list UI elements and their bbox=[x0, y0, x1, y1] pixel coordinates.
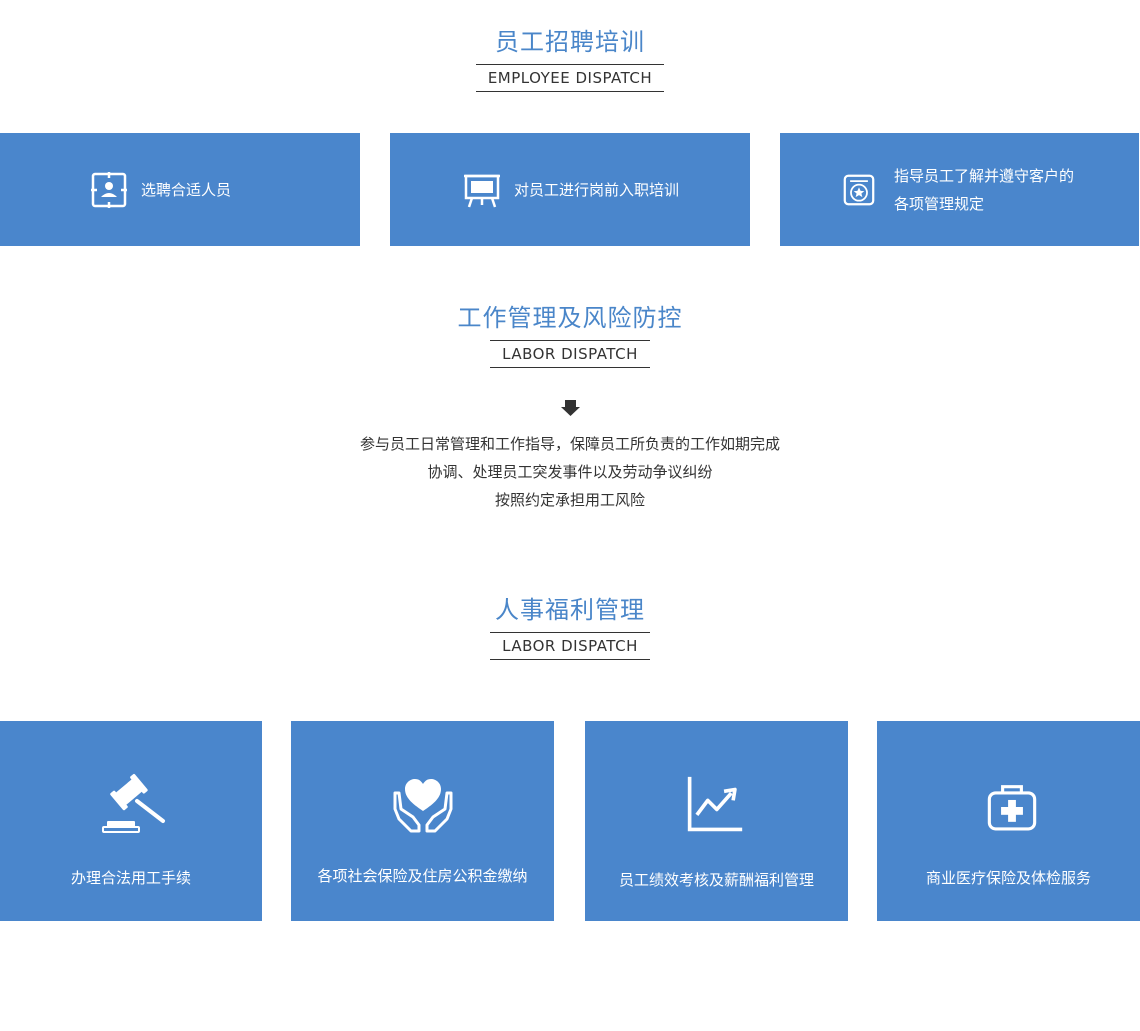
recruit-card-select: 选聘合适人员 bbox=[0, 133, 360, 246]
section-heading-welfare: 人事福利管理 LABOR DISPATCH bbox=[0, 595, 1140, 660]
risk-description: 参与员工日常管理和工作指导，保障员工所负责的工作如期完成 协调、处理员工突发事件… bbox=[0, 430, 1140, 514]
welfare-card-label: 办理合法用工手续 bbox=[70, 869, 191, 887]
heart-hands-icon bbox=[393, 779, 452, 833]
section-subtitle: LABOR DISPATCH bbox=[490, 340, 650, 368]
recruit-card-training: 对员工进行岗前入职培训 bbox=[390, 133, 750, 246]
recruit-card-label: 选聘合适人员 bbox=[141, 180, 232, 199]
id-card-icon bbox=[91, 171, 127, 208]
section-heading-recruit: 员工招聘培训 EMPLOYEE DISPATCH bbox=[0, 27, 1140, 92]
recruit-card-label: 指导员工了解并遵守客户的 各项管理规定 bbox=[894, 166, 1075, 213]
welfare-card-label: 商业医疗保险及体检服务 bbox=[925, 869, 1091, 887]
welfare-card-legal: 办理合法用工手续 bbox=[0, 721, 262, 921]
section-subtitle: EMPLOYEE DISPATCH bbox=[475, 64, 665, 92]
section-subtitle: LABOR DISPATCH bbox=[490, 632, 650, 660]
welfare-card-label: 员工绩效考核及薪酬福利管理 bbox=[618, 871, 814, 889]
risk-line: 协调、处理员工突发事件以及劳动争议纠纷 bbox=[427, 463, 713, 481]
medical-kit-icon bbox=[987, 785, 1036, 831]
risk-line: 参与员工日常管理和工作指导，保障员工所负责的工作如期完成 bbox=[359, 435, 780, 453]
section-heading-risk: 工作管理及风险防控 LABOR DISPATCH bbox=[0, 303, 1140, 368]
section-title: 人事福利管理 bbox=[495, 596, 645, 624]
recruit-card-label: 对员工进行岗前入职培训 bbox=[514, 180, 680, 199]
section-title: 工作管理及风险防控 bbox=[457, 304, 683, 332]
recruit-card-rules: 指导员工了解并遵守客户的 各项管理规定 bbox=[780, 133, 1139, 246]
arrow-down-icon bbox=[561, 400, 580, 416]
gavel-icon bbox=[102, 774, 165, 833]
welfare-card-medical: 商业医疗保险及体检服务 bbox=[877, 721, 1140, 921]
risk-line: 按照约定承担用工风险 bbox=[494, 491, 645, 509]
welfare-card-label: 各项社会保险及住房公积金缴纳 bbox=[317, 867, 528, 885]
trend-chart-icon bbox=[687, 776, 742, 832]
welfare-card-performance: 员工绩效考核及薪酬福利管理 bbox=[585, 721, 848, 921]
presentation-board-icon bbox=[464, 174, 500, 207]
badge-star-icon bbox=[843, 174, 875, 205]
welfare-card-insurance: 各项社会保险及住房公积金缴纳 bbox=[291, 721, 554, 921]
section-title: 员工招聘培训 bbox=[495, 28, 645, 56]
